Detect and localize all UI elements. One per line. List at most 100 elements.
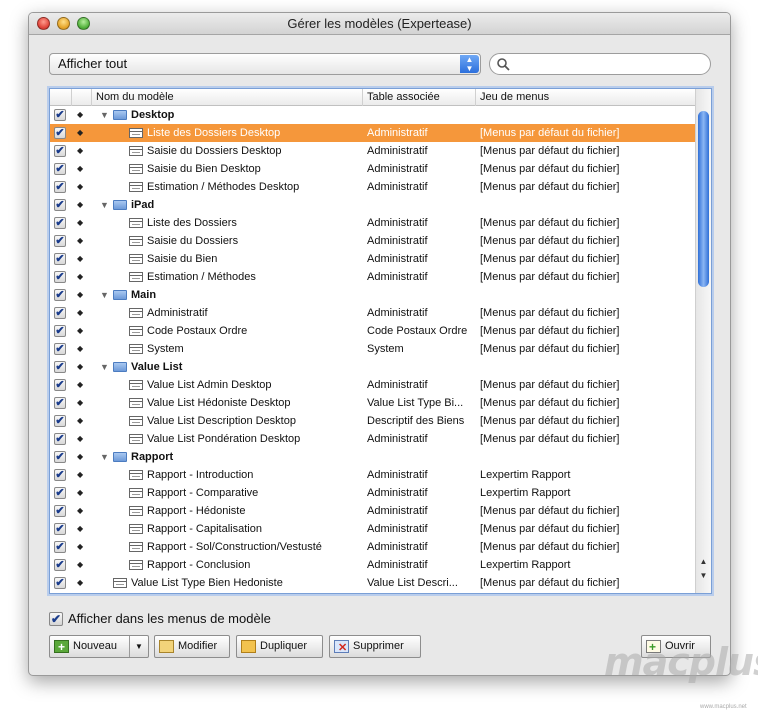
- menu-visibility-checkbox[interactable]: ✔: [54, 289, 66, 301]
- menu-visibility-checkbox[interactable]: ✔: [54, 577, 66, 589]
- scroll-thumb[interactable]: [698, 111, 709, 287]
- checkmark-icon[interactable]: ✔: [49, 612, 63, 626]
- menu-visibility-checkbox[interactable]: ✔: [54, 217, 66, 229]
- table-row[interactable]: ✔ ◆ Saisie du Dossiers Desktop Administrati…: [50, 142, 696, 160]
- reorder-handle-icon[interactable]: ◆: [77, 268, 83, 286]
- table-row[interactable]: ✔ ◆ Rapport - Introduction Administratif Lex…: [50, 466, 696, 484]
- folder-row[interactable]: ✔ ◆ ▼ Value List: [50, 358, 696, 376]
- disclosure-triangle-icon[interactable]: ▼: [100, 286, 109, 304]
- disclosure-triangle-icon[interactable]: ▼: [100, 196, 109, 214]
- menu-visibility-checkbox[interactable]: ✔: [54, 163, 66, 175]
- menu-visibility-checkbox[interactable]: ✔: [54, 451, 66, 463]
- layouts-table[interactable]: Nom du modèle Table associée Jeu de menu…: [49, 88, 712, 594]
- table-row[interactable]: ✔ ◆ Value List Hédoniste Desktop Value List…: [50, 394, 696, 412]
- reorder-handle-icon[interactable]: ◆: [77, 538, 83, 556]
- zoom-button[interactable]: [77, 17, 90, 30]
- menu-visibility-checkbox[interactable]: ✔: [54, 559, 66, 571]
- reorder-handle-icon[interactable]: ◆: [77, 250, 83, 268]
- table-row[interactable]: ✔ ◆ Code Postaux Ordre Code Postaux Ordre [M…: [50, 322, 696, 340]
- minimize-button[interactable]: [57, 17, 70, 30]
- scroll-down-arrow-icon[interactable]: ▼: [696, 569, 711, 582]
- reorder-handle-icon[interactable]: ◆: [77, 430, 83, 448]
- reorder-handle-icon[interactable]: ◆: [77, 484, 83, 502]
- header-menu-set[interactable]: Jeu de menus: [476, 89, 696, 106]
- reorder-handle-icon[interactable]: ◆: [77, 142, 83, 160]
- menu-visibility-checkbox[interactable]: ✔: [54, 307, 66, 319]
- table-row[interactable]: ✔ ◆ Value List Pondération Desktop Administ…: [50, 430, 696, 448]
- header-associated-table[interactable]: Table associée: [363, 89, 476, 106]
- table-row[interactable]: ✔ ◆ System System [Menus par défaut du fichi…: [50, 340, 696, 358]
- table-row[interactable]: ✔ ◆ Rapport - Comparative Administratif Lexp…: [50, 484, 696, 502]
- modify-button[interactable]: Modifier: [154, 635, 230, 658]
- menu-visibility-checkbox[interactable]: ✔: [54, 127, 66, 139]
- menu-visibility-checkbox[interactable]: ✔: [54, 433, 66, 445]
- reorder-handle-icon[interactable]: ◆: [77, 556, 83, 574]
- delete-button[interactable]: Supprimer: [329, 635, 421, 659]
- reorder-handle-icon[interactable]: ◆: [77, 358, 83, 376]
- filter-popup[interactable]: Afficher tout ▲ ▼: [49, 53, 481, 75]
- title-bar[interactable]: Gérer les modèles (Expertease): [29, 13, 730, 35]
- table-row[interactable]: ✔ ◆ Rapport - Conclusion Administratif Lexpe…: [50, 556, 696, 574]
- search-field[interactable]: [489, 53, 711, 75]
- folder-row[interactable]: ✔ ◆ ▼ iPad: [50, 196, 696, 214]
- reorder-handle-icon[interactable]: ◆: [77, 124, 83, 142]
- menu-visibility-checkbox[interactable]: ✔: [54, 379, 66, 391]
- close-button[interactable]: [37, 17, 50, 30]
- reorder-handle-icon[interactable]: ◆: [77, 106, 83, 124]
- menu-visibility-checkbox[interactable]: ✔: [54, 271, 66, 283]
- menu-visibility-checkbox[interactable]: ✔: [54, 415, 66, 427]
- table-row[interactable]: ✔ ◆ Estimation / Méthodes Administratif [Men…: [50, 268, 696, 286]
- scroll-up-arrow-icon[interactable]: ▲: [696, 555, 711, 568]
- duplicate-button[interactable]: Dupliquer: [236, 635, 323, 658]
- menu-visibility-checkbox[interactable]: ✔: [54, 343, 66, 355]
- reorder-handle-icon[interactable]: ◆: [77, 160, 83, 178]
- table-row[interactable]: ✔ ◆ Value List Admin Desktop Administratif […: [50, 376, 696, 394]
- new-button[interactable]: Nouveau ▼: [49, 635, 149, 658]
- menu-visibility-checkbox[interactable]: ✔: [54, 235, 66, 247]
- table-row[interactable]: ✔ ◆ Rapport - Hédoniste Administratif [Menus…: [50, 502, 696, 520]
- reorder-handle-icon[interactable]: ◆: [77, 448, 83, 466]
- table-row[interactable]: ✔ ◆ Rapport - Capitalisation Administratif […: [50, 520, 696, 538]
- menu-visibility-checkbox[interactable]: ✔: [54, 523, 66, 535]
- reorder-handle-icon[interactable]: ◆: [77, 214, 83, 232]
- table-row[interactable]: ✔ ◆ Liste des Dossiers Desktop Administrati…: [50, 124, 696, 142]
- reorder-handle-icon[interactable]: ◆: [77, 502, 83, 520]
- table-row[interactable]: ✔ ◆ Saisie du Bien Desktop Administratif [Me…: [50, 160, 696, 178]
- reorder-handle-icon[interactable]: ◆: [77, 340, 83, 358]
- new-dropdown-arrow-icon[interactable]: ▼: [129, 636, 148, 657]
- reorder-handle-icon[interactable]: ◆: [77, 466, 83, 484]
- reorder-handle-icon[interactable]: ◆: [77, 196, 83, 214]
- reorder-handle-icon[interactable]: ◆: [77, 232, 83, 250]
- menu-visibility-checkbox[interactable]: ✔: [54, 253, 66, 265]
- menu-visibility-checkbox[interactable]: ✔: [54, 397, 66, 409]
- reorder-handle-icon[interactable]: ◆: [77, 286, 83, 304]
- menu-visibility-checkbox[interactable]: ✔: [54, 145, 66, 157]
- reorder-handle-icon[interactable]: ◆: [77, 304, 83, 322]
- folder-row[interactable]: ✔ ◆ ▼ Main: [50, 286, 696, 304]
- menu-visibility-checkbox[interactable]: ✔: [54, 199, 66, 211]
- menu-visibility-checkbox[interactable]: ✔: [54, 361, 66, 373]
- folder-row[interactable]: ✔ ◆ ▼ Desktop: [50, 106, 696, 124]
- menu-visibility-checkbox[interactable]: ✔: [54, 505, 66, 517]
- reorder-handle-icon[interactable]: ◆: [77, 322, 83, 340]
- table-row[interactable]: ✔ ◆ Estimation / Méthodes Desktop Administr…: [50, 178, 696, 196]
- reorder-handle-icon[interactable]: ◆: [77, 574, 83, 592]
- menu-visibility-checkbox[interactable]: ✔: [54, 487, 66, 499]
- reorder-handle-icon[interactable]: ◆: [77, 178, 83, 196]
- reorder-handle-icon[interactable]: ◆: [77, 520, 83, 538]
- vertical-scrollbar[interactable]: ▲ ▼: [695, 89, 711, 593]
- menu-visibility-checkbox[interactable]: ✔: [54, 541, 66, 553]
- table-row[interactable]: ✔ ◆ Administratif Administratif [Menus par d…: [50, 304, 696, 322]
- reorder-handle-icon[interactable]: ◆: [77, 376, 83, 394]
- menu-visibility-checkbox[interactable]: ✔: [54, 109, 66, 121]
- table-row[interactable]: ✔ ◆ Value List Type Bien Hedoniste Value Li…: [50, 574, 696, 592]
- table-row[interactable]: ✔ ◆ Value List Description Desktop Descript…: [50, 412, 696, 430]
- reorder-handle-icon[interactable]: ◆: [77, 394, 83, 412]
- table-row[interactable]: ✔ ◆ Liste des Dossiers Administratif [Menus …: [50, 214, 696, 232]
- header-layout-name[interactable]: Nom du modèle: [92, 89, 363, 106]
- table-row[interactable]: ✔ ◆ Saisie du Dossiers Administratif [Menus …: [50, 232, 696, 250]
- table-row[interactable]: ✔ ◆ Rapport - Sol/Construction/Vestusté Adm…: [50, 538, 696, 556]
- disclosure-triangle-icon[interactable]: ▼: [100, 106, 109, 124]
- folder-row[interactable]: ✔ ◆ ▼ Rapport: [50, 448, 696, 466]
- disclosure-triangle-icon[interactable]: ▼: [100, 448, 109, 466]
